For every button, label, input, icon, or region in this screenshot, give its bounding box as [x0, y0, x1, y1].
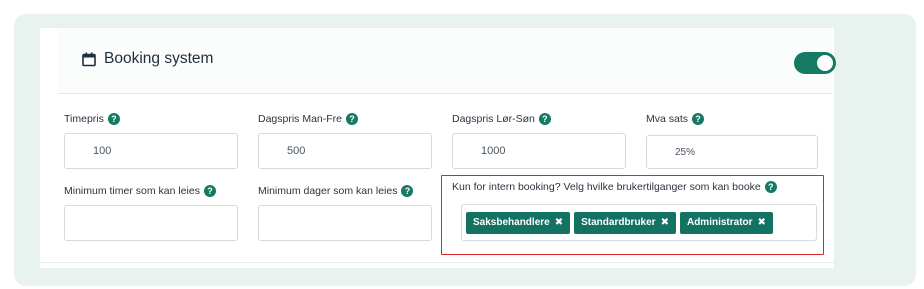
remove-icon[interactable]: ✖ — [555, 217, 563, 228]
remove-icon[interactable]: ✖ — [661, 217, 669, 228]
chip-label: Standardbruker — [581, 217, 656, 228]
help-icon[interactable]: ? — [401, 185, 414, 197]
timepris-label: Timepris ? — [64, 113, 120, 125]
min-timer-label-text: Minimum timer som kan leies — [64, 185, 200, 197]
min-dager-input[interactable] — [258, 205, 432, 241]
remove-icon[interactable]: ✖ — [758, 217, 766, 228]
dagspris-man-fre-label-text: Dagspris Man-Fre — [258, 113, 343, 125]
dagspris-lor-son-input[interactable]: 1000 — [452, 133, 626, 169]
help-icon[interactable]: ? — [107, 113, 120, 125]
min-timer-input[interactable] — [64, 205, 238, 241]
min-dager-label-text: Minimum dager som kan leies — [258, 185, 398, 197]
timepris-input[interactable]: 100 — [64, 133, 238, 169]
panel-title: Booking system — [82, 50, 213, 68]
card-header: Booking system — [58, 28, 836, 94]
panel-title-text: Booking system — [104, 50, 214, 67]
mva-sats-label: Mva sats ? — [646, 113, 705, 125]
dagspris-lor-son-label-text: Dagspris Lør-Søn — [452, 113, 535, 125]
mva-sats-value: 25% — [675, 146, 696, 158]
mva-sats-label-text: Mva sats — [646, 113, 689, 125]
dagspris-man-fre-value: 500 — [287, 145, 306, 157]
min-timer-label: Minimum timer som kan leies ? — [64, 185, 216, 197]
dagspris-man-fre-label: Dagspris Man-Fre ? — [258, 113, 359, 125]
timepris-value: 100 — [93, 145, 112, 157]
dagspris-man-fre-input[interactable]: 500 — [258, 133, 432, 169]
chip-administrator: Administrator ✖ — [679, 211, 773, 234]
help-icon[interactable]: ? — [346, 113, 359, 125]
intern-booking-label-text: Kun for intern booking? Velg hvilke bruk… — [452, 181, 761, 193]
help-icon[interactable]: ? — [203, 185, 216, 197]
user-access-multiselect[interactable]: Saksbehandlere ✖ Standardbruker ✖ Admini… — [461, 204, 817, 241]
help-icon[interactable]: ? — [692, 113, 705, 125]
calendar-icon — [82, 52, 96, 66]
help-icon[interactable]: ? — [764, 181, 777, 193]
dagspris-lor-son-value: 1000 — [481, 145, 506, 157]
chip-label: Administrator — [686, 217, 753, 228]
toggle-knob — [817, 55, 833, 71]
help-icon[interactable]: ? — [538, 113, 551, 125]
chip-standardbruker: Standardbruker ✖ — [574, 211, 676, 234]
chip-saksbehandlere: Saksbehandlere ✖ — [466, 211, 571, 234]
booking-toggle[interactable] — [794, 52, 836, 74]
intern-booking-label: Kun for intern booking? Velg hvilke bruk… — [452, 181, 777, 193]
min-dager-label: Minimum dager som kan leies ? — [258, 185, 414, 197]
mva-sats-input[interactable]: 25% — [646, 135, 818, 169]
dagspris-lor-son-label: Dagspris Lør-Søn ? — [452, 113, 551, 125]
timepris-label-text: Timepris — [64, 113, 104, 125]
bottom-divider — [40, 262, 834, 263]
chip-label: Saksbehandlere — [473, 217, 550, 228]
